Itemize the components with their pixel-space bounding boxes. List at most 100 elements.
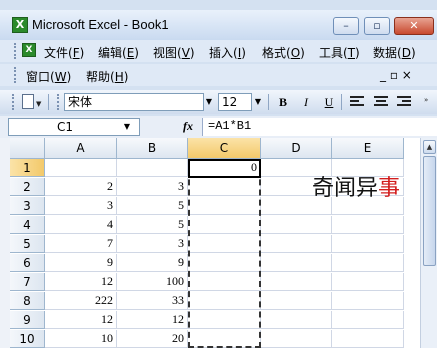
column-header-d[interactable]: D xyxy=(261,138,332,159)
menu-data[interactable]: 数据(D) xyxy=(373,44,416,61)
formatting-toolbar: ▼ 宋体 ▼ 12 ▼ B I U » xyxy=(0,90,437,114)
row-header-2[interactable]: 2 xyxy=(10,178,45,196)
toolbar-grip-2[interactable] xyxy=(57,94,60,110)
menu-help[interactable]: 帮助(H) xyxy=(86,68,128,85)
cell-b10[interactable]: 20 xyxy=(117,330,188,348)
restore-button[interactable]: ▫ xyxy=(364,17,390,35)
cell-c9[interactable] xyxy=(188,311,261,329)
cell-c6[interactable] xyxy=(188,254,261,272)
align-left-icon[interactable] xyxy=(350,96,364,108)
menu-window[interactable]: 窗口(W) xyxy=(26,68,71,85)
cell-a9[interactable]: 12 xyxy=(45,311,117,329)
column-header-b[interactable]: B xyxy=(117,138,188,159)
insert-function-icon[interactable]: fx xyxy=(183,119,193,134)
cell-e7[interactable] xyxy=(332,273,404,291)
row-header-8[interactable]: 8 xyxy=(10,292,45,310)
cell-a2[interactable]: 2 xyxy=(45,178,117,196)
menu-format[interactable]: 格式(O) xyxy=(262,44,305,61)
column-header-c[interactable]: C xyxy=(188,138,261,159)
cell-d5[interactable] xyxy=(261,235,332,253)
cell-b6[interactable]: 9 xyxy=(117,254,188,272)
cell-c1[interactable]: 0 xyxy=(188,159,261,177)
row-header-9[interactable]: 9 xyxy=(10,311,45,329)
font-size-dropdown-icon[interactable]: ▼ xyxy=(252,93,264,111)
column-header-e[interactable]: E xyxy=(332,138,404,159)
menu-insert[interactable]: 插入(I) xyxy=(209,44,246,61)
toolbar-separator-3 xyxy=(341,94,342,110)
row-header-7[interactable]: 7 xyxy=(10,273,45,291)
font-name-select[interactable]: 宋体 xyxy=(64,93,204,111)
bold-button[interactable]: B xyxy=(274,93,292,111)
document-icon[interactable]: X xyxy=(22,43,36,57)
cell-b7[interactable]: 100 xyxy=(117,273,188,291)
row-header-10[interactable]: 10 xyxy=(10,330,45,348)
cell-a3[interactable]: 3 xyxy=(45,197,117,215)
scroll-up-icon[interactable]: ▲ xyxy=(423,140,436,154)
select-all-corner[interactable] xyxy=(10,138,45,159)
cell-b8[interactable]: 33 xyxy=(117,292,188,310)
cell-e4[interactable] xyxy=(332,216,404,234)
menu-file[interactable]: 文件(F) xyxy=(44,44,84,61)
toolbar-options-icon[interactable]: ▼ xyxy=(36,100,41,108)
excel-app-icon[interactable]: X xyxy=(12,17,28,33)
cell-c10[interactable] xyxy=(188,330,261,348)
scroll-thumb[interactable] xyxy=(423,156,436,266)
minimize-button[interactable]: – xyxy=(333,17,359,35)
cell-a10[interactable]: 10 xyxy=(45,330,117,348)
align-right-icon[interactable] xyxy=(397,96,411,108)
cell-c3[interactable] xyxy=(188,197,261,215)
cell-a8[interactable]: 222 xyxy=(45,292,117,310)
cell-a5[interactable]: 7 xyxy=(45,235,117,253)
cell-d8[interactable] xyxy=(261,292,332,310)
cell-a4[interactable]: 4 xyxy=(45,216,117,234)
cell-a7[interactable]: 12 xyxy=(45,273,117,291)
row-header-4[interactable]: 4 xyxy=(10,216,45,234)
cell-c4[interactable] xyxy=(188,216,261,234)
cell-d9[interactable] xyxy=(261,311,332,329)
cell-e5[interactable] xyxy=(332,235,404,253)
cell-a6[interactable]: 9 xyxy=(45,254,117,272)
cell-b9[interactable]: 12 xyxy=(117,311,188,329)
cell-b4[interactable]: 5 xyxy=(117,216,188,234)
cell-c5[interactable] xyxy=(188,235,261,253)
cell-b1[interactable] xyxy=(117,159,188,177)
font-size-select[interactable]: 12 xyxy=(218,93,252,111)
cell-e6[interactable] xyxy=(332,254,404,272)
cell-d4[interactable] xyxy=(261,216,332,234)
row-header-3[interactable]: 3 xyxy=(10,197,45,215)
row-header-5[interactable]: 5 xyxy=(10,235,45,253)
cell-b2[interactable]: 3 xyxy=(117,178,188,196)
menu-edit[interactable]: 编辑(E) xyxy=(98,44,139,61)
menu-grip[interactable] xyxy=(14,43,17,59)
cell-d6[interactable] xyxy=(261,254,332,272)
cell-c7[interactable] xyxy=(188,273,261,291)
document-window-controls[interactable]: _ ▫ × xyxy=(380,68,412,82)
menu-tools[interactable]: 工具(T) xyxy=(319,44,360,61)
cell-d10[interactable] xyxy=(261,330,332,348)
font-name-dropdown-icon[interactable]: ▼ xyxy=(203,93,215,111)
cell-c2[interactable] xyxy=(188,178,261,196)
row-header-6[interactable]: 6 xyxy=(10,254,45,272)
menu-grip-row2[interactable] xyxy=(14,67,17,83)
cell-e9[interactable] xyxy=(332,311,404,329)
menu-view[interactable]: 视图(V) xyxy=(153,44,195,61)
italic-button[interactable]: I xyxy=(297,93,315,111)
name-box-dropdown-icon[interactable]: ▼ xyxy=(120,118,134,136)
cell-d7[interactable] xyxy=(261,273,332,291)
cell-e10[interactable] xyxy=(332,330,404,348)
formula-input[interactable]: =A1*B1 xyxy=(202,118,437,136)
cell-b3[interactable]: 5 xyxy=(117,197,188,215)
align-center-icon[interactable] xyxy=(374,96,388,108)
column-header-a[interactable]: A xyxy=(45,138,117,159)
toolbar-overflow-icon[interactable]: » xyxy=(424,96,428,104)
underline-button[interactable]: U xyxy=(320,93,338,111)
cell-b5[interactable]: 3 xyxy=(117,235,188,253)
cell-c8[interactable] xyxy=(188,292,261,310)
cell-e8[interactable] xyxy=(332,292,404,310)
toolbar-grip[interactable] xyxy=(12,94,15,110)
close-button[interactable]: ✕ xyxy=(394,17,434,35)
row-header-1[interactable]: 1 xyxy=(10,159,45,177)
vertical-scrollbar[interactable]: ▲ xyxy=(420,138,437,348)
new-document-icon[interactable] xyxy=(22,94,34,109)
cell-a1[interactable] xyxy=(45,159,117,177)
